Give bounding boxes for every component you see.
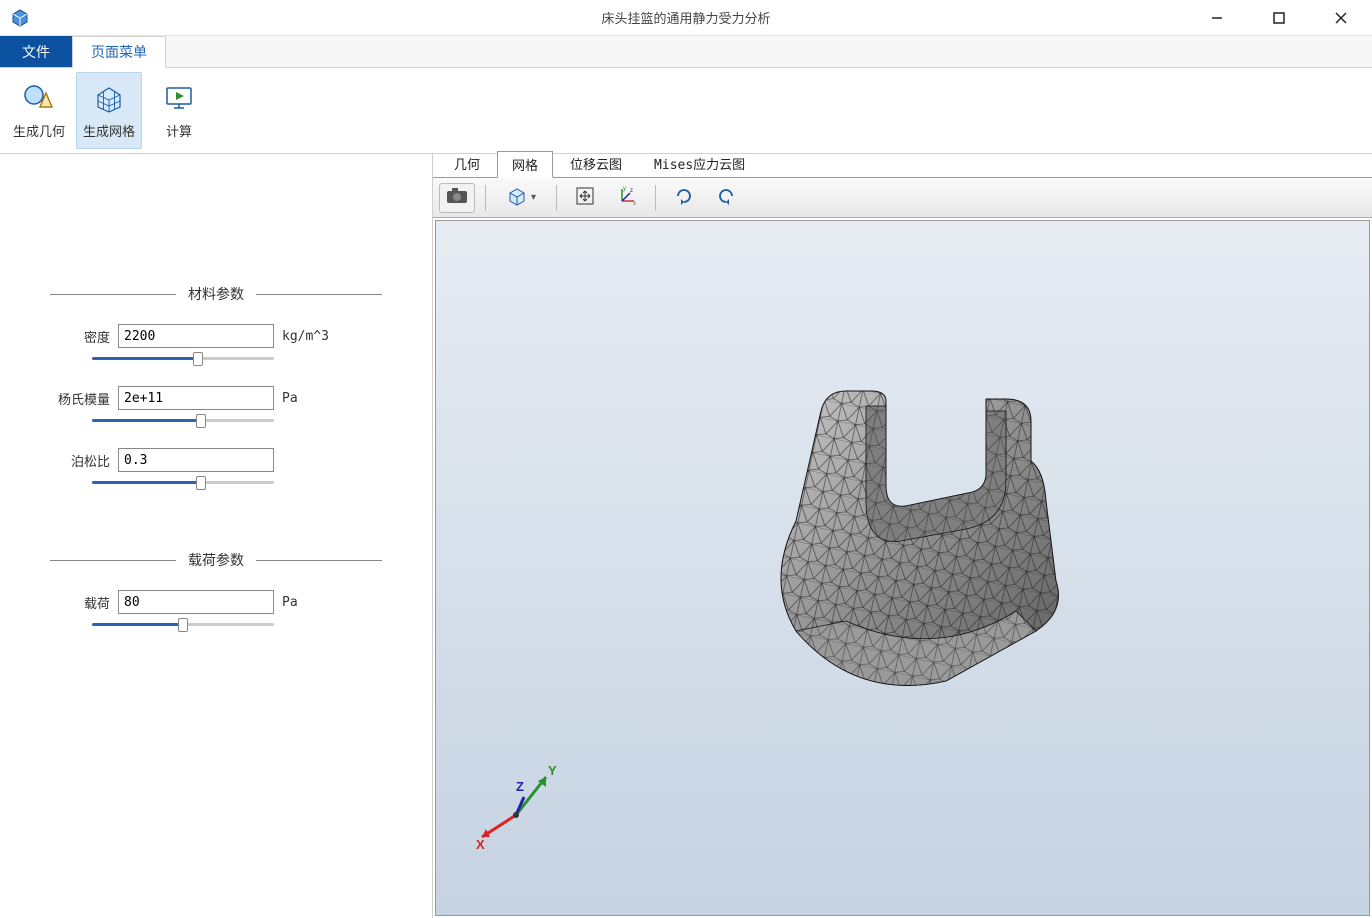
ribbon-tabs: 文件 页面菜单 xyxy=(0,36,1372,68)
field-youngs: 杨氏模量 Pa xyxy=(50,386,382,410)
field-label: 密度 xyxy=(50,327,110,346)
view-tab-mesh[interactable]: 网格 xyxy=(497,151,553,178)
axis-y-label: Y xyxy=(548,763,557,778)
field-label: 泊松比 xyxy=(50,451,110,470)
axes-icon: z y x xyxy=(616,185,638,210)
poisson-slider[interactable] xyxy=(92,476,274,490)
tab-page-menu[interactable]: 页面菜单 xyxy=(72,36,166,68)
axis-x-label: X xyxy=(476,837,485,852)
app-icon xyxy=(10,8,30,28)
view-toolbar: z y x xyxy=(433,178,1372,218)
view-tabs: 几何 网格 位移云图 Mises应力云图 xyxy=(433,154,1372,178)
section-title-label: 材料参数 xyxy=(176,284,256,304)
axes-button[interactable]: z y x xyxy=(609,183,645,213)
section-title-label: 载荷参数 xyxy=(176,550,256,570)
cube-icon xyxy=(506,185,528,210)
snapshot-button[interactable] xyxy=(439,183,475,213)
youngs-input[interactable] xyxy=(118,386,274,410)
youngs-slider[interactable] xyxy=(92,414,274,428)
fit-view-button[interactable] xyxy=(567,183,603,213)
svg-text:y: y xyxy=(623,186,626,192)
field-density: 密度 kg/m^3 xyxy=(50,324,382,348)
section-load: 载荷参数 xyxy=(50,550,382,570)
svg-text:x: x xyxy=(633,201,636,207)
mesh-render xyxy=(736,381,1096,721)
play-monitor-icon xyxy=(162,81,196,115)
rotate-cw-icon xyxy=(673,185,695,210)
ribbon-generate-mesh[interactable]: 生成网格 xyxy=(76,72,142,149)
unit-label: Pa xyxy=(282,595,298,610)
field-label: 载荷 xyxy=(50,593,110,612)
poisson-input[interactable] xyxy=(118,448,274,472)
svg-text:z: z xyxy=(630,188,633,194)
orientation-triad: X Y Z xyxy=(466,755,566,855)
tab-file[interactable]: 文件 xyxy=(0,36,72,67)
minimize-button[interactable] xyxy=(1186,0,1248,35)
maximize-button[interactable] xyxy=(1248,0,1310,35)
ribbon-label: 生成几何 xyxy=(13,121,65,140)
side-panel: 材料参数 密度 kg/m^3 杨氏模量 Pa 泊松比 xyxy=(0,154,432,918)
ribbon-label: 计算 xyxy=(166,121,192,140)
view-tab-displacement[interactable]: 位移云图 xyxy=(555,150,637,177)
window-title: 床头挂篮的通用静力受力分析 xyxy=(601,8,770,27)
ribbon-label: 生成网格 xyxy=(83,121,135,140)
rotate-ccw-button[interactable] xyxy=(708,183,744,213)
rotate-cw-button[interactable] xyxy=(666,183,702,213)
ribbon-body: 生成几何 生成网格 计算 xyxy=(0,68,1372,154)
cube-mesh-icon xyxy=(92,81,126,115)
view-cube-dropdown[interactable] xyxy=(496,183,546,213)
camera-icon xyxy=(446,187,468,208)
shapes-icon xyxy=(22,81,56,115)
load-slider[interactable] xyxy=(92,618,274,632)
window-controls xyxy=(1186,0,1372,35)
density-input[interactable] xyxy=(118,324,274,348)
density-slider[interactable] xyxy=(92,352,274,366)
unit-label: kg/m^3 xyxy=(282,329,329,344)
ribbon-generate-geometry[interactable]: 生成几何 xyxy=(6,72,72,149)
viewport-area: 几何 网格 位移云图 Mises应力云图 xyxy=(432,154,1372,918)
axis-z-label: Z xyxy=(516,779,524,794)
field-load: 载荷 Pa xyxy=(50,590,382,614)
view-tab-mises[interactable]: Mises应力云图 xyxy=(639,150,760,177)
unit-label: Pa xyxy=(282,391,298,406)
main-area: 材料参数 密度 kg/m^3 杨氏模量 Pa 泊松比 xyxy=(0,154,1372,918)
3d-canvas[interactable]: X Y Z xyxy=(435,220,1370,916)
ribbon-compute[interactable]: 计算 xyxy=(146,72,212,149)
section-material: 材料参数 xyxy=(50,284,382,304)
fit-icon xyxy=(574,185,596,210)
field-label: 杨氏模量 xyxy=(50,389,110,408)
field-poisson: 泊松比 xyxy=(50,448,382,472)
load-input[interactable] xyxy=(118,590,274,614)
rotate-ccw-icon xyxy=(715,185,737,210)
titlebar: 床头挂篮的通用静力受力分析 xyxy=(0,0,1372,36)
view-tab-geometry[interactable]: 几何 xyxy=(439,150,495,177)
close-button[interactable] xyxy=(1310,0,1372,35)
